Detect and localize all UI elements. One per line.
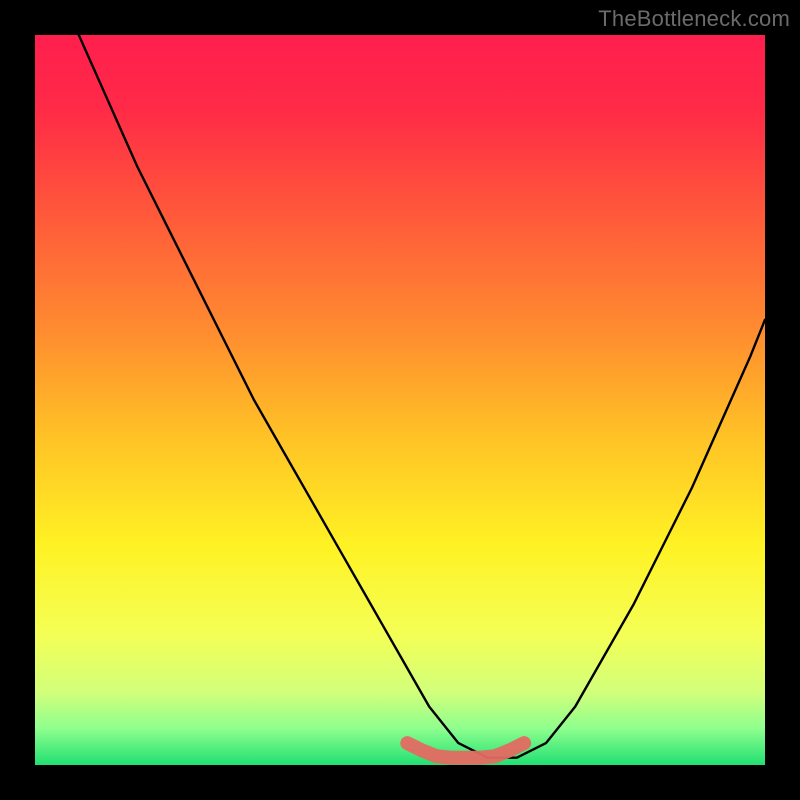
chart-lines [35,35,765,765]
plot-area [35,35,765,765]
bottleneck-floor-highlight [407,743,524,758]
watermark-text: TheBottleneck.com [598,6,790,32]
chart-frame: TheBottleneck.com [0,0,800,800]
bottleneck-curve [79,35,765,758]
